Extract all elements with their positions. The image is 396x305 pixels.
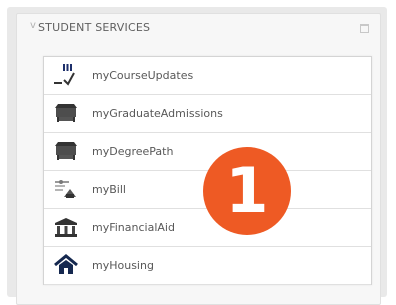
list-item-label: myHousing [92,259,154,272]
list-item-housing[interactable]: myHousing [44,247,371,285]
step-number-badge: 1 [203,147,291,235]
list-item-course-updates[interactable]: myCourseUpdates [44,57,371,95]
course-updates-icon [52,63,80,87]
list-item-financial-aid[interactable]: myFinancialAid [44,209,371,247]
list-item-label: myDegreePath [92,145,174,158]
panel-title: STUDENT SERVICES [38,21,151,34]
panel-header[interactable]: v STUDENT SERVICES [17,14,380,44]
list-item-label: myCourseUpdates [92,69,194,82]
pin-icon[interactable] [360,24,369,33]
list-item-label: myFinancialAid [92,221,175,234]
financial-aid-icon [52,215,80,239]
graduate-admissions-icon [52,101,80,125]
collapse-caret-icon[interactable]: v [30,20,36,31]
list-item-label: myGraduateAdmissions [92,107,223,120]
list-item-degree-path[interactable]: myDegreePath [44,133,371,171]
list-item-label: myBill [92,183,126,196]
bill-icon [52,177,80,201]
list-item-graduate-admissions[interactable]: myGraduateAdmissions [44,95,371,133]
housing-icon [52,253,80,277]
degree-path-icon [52,139,80,163]
